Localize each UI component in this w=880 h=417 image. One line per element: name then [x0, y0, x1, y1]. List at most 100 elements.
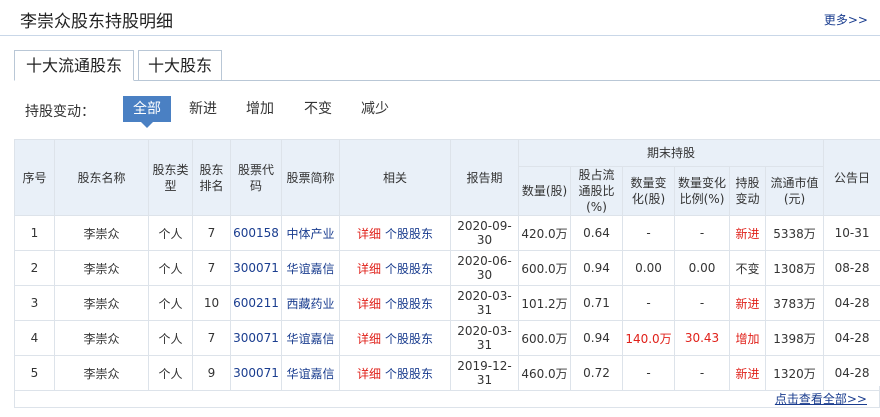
stock-code-link[interactable]: 300071	[233, 261, 279, 275]
cell-period: 2020-03-31	[450, 320, 519, 356]
cell-no: 1	[14, 215, 55, 251]
stock-code-link[interactable]: 300071	[233, 366, 279, 380]
detail-link[interactable]: 详细	[357, 297, 381, 311]
cell-chg: -	[622, 285, 675, 321]
cell-change: 新进	[729, 215, 766, 251]
tab-top10-holders[interactable]: 十大股东	[138, 50, 222, 81]
stock-name-link[interactable]: 中体产业	[286, 227, 334, 241]
table-row: 4 李崇众 个人 7 300071 华谊嘉信 详细 个股股东 2020-03-31…	[14, 320, 880, 356]
filter-decrease[interactable]: 减少	[353, 96, 397, 122]
cell-change: 增加	[729, 320, 766, 356]
cell-no: 2	[14, 250, 55, 286]
change-status: 不变	[735, 261, 760, 276]
cell-qty: 101.2万	[518, 285, 571, 321]
cell-period: 2020-06-30	[450, 250, 519, 286]
stock-code-link[interactable]: 600211	[233, 296, 279, 310]
col-header-qty: 数量(股)	[518, 166, 571, 216]
cell-chg-ratio: -	[674, 285, 730, 321]
cell-mv: 5338万	[764, 215, 825, 251]
cell-rank: 10	[192, 285, 231, 321]
holders-link[interactable]: 个股股东	[385, 367, 433, 381]
cell-related: 详细 个股股东	[339, 320, 451, 356]
stock-code-link[interactable]: 300071	[233, 331, 279, 345]
filter-increase[interactable]: 增加	[238, 96, 282, 122]
stock-name-link[interactable]: 华谊嘉信	[286, 262, 334, 276]
tab-divider	[14, 80, 880, 81]
filter-label: 持股变动：	[25, 104, 95, 120]
cell-date: 04-28	[823, 285, 880, 321]
cell-related: 详细 个股股东	[339, 215, 451, 251]
table-row: 2 李崇众 个人 7 300071 华谊嘉信 详细 个股股东 2020-06-30…	[14, 250, 880, 286]
cell-code: 600158	[230, 215, 282, 251]
holders-link[interactable]: 个股股东	[385, 262, 433, 276]
cell-name: 李崇众	[54, 320, 149, 356]
col-header-date: 公告日	[823, 139, 880, 216]
cell-chg: -	[622, 215, 675, 251]
change-status: 新进	[735, 366, 760, 381]
table-row: 3 李崇众 个人 10 600211 西藏药业 详细 个股股东 2020-03-3…	[14, 285, 880, 321]
cell-rank: 7	[192, 215, 231, 251]
cell-type: 个人	[148, 285, 193, 321]
cell-date: 10-31	[823, 215, 880, 251]
cell-type: 个人	[148, 250, 193, 286]
cell-change: 不变	[729, 250, 766, 286]
cell-name: 李崇众	[54, 250, 149, 286]
col-group-header: 期末持股	[517, 139, 825, 167]
change-status: 新进	[735, 296, 760, 311]
cell-abbr: 华谊嘉信	[281, 250, 340, 286]
cell-code: 600211	[230, 285, 282, 321]
detail-link[interactable]: 详细	[357, 332, 381, 346]
cell-qty: 420.0万	[518, 215, 571, 251]
detail-link[interactable]: 详细	[357, 262, 381, 276]
holders-link[interactable]: 个股股东	[385, 227, 433, 241]
col-header-abbr: 股票简称	[281, 139, 340, 216]
cell-abbr: 华谊嘉信	[281, 320, 340, 356]
col-header-chg: 数量变化(股)	[622, 166, 675, 216]
cell-mv: 3783万	[764, 285, 825, 321]
filter-all[interactable]: 全部	[123, 96, 171, 128]
stock-code-link[interactable]: 600158	[233, 226, 279, 240]
col-header-ratio: 股占流通股比(%)	[570, 166, 623, 216]
stock-name-link[interactable]: 华谊嘉信	[286, 367, 334, 381]
panel-header: 李崇众股东持股明细 更多>>	[0, 0, 880, 36]
tab-top10-float-holders[interactable]: 十大流通股东	[14, 50, 134, 81]
chg-ratio-value: 30.43	[684, 331, 720, 345]
holders-link[interactable]: 个股股东	[385, 297, 433, 311]
cell-qty: 600.0万	[518, 320, 571, 356]
cell-abbr: 西藏药业	[281, 285, 340, 321]
cell-code: 300071	[230, 250, 282, 286]
cell-qty: 600.0万	[518, 250, 571, 286]
cell-ratio: 0.64	[570, 215, 623, 251]
view-all-link[interactable]: 点击查看全部>>	[775, 390, 867, 407]
cell-ratio: 0.94	[570, 320, 623, 356]
detail-link[interactable]: 详细	[357, 367, 381, 381]
col-header-name: 股东名称	[54, 139, 149, 216]
cell-abbr: 中体产业	[281, 215, 340, 251]
more-link[interactable]: 更多>>	[824, 11, 868, 28]
cell-period: 2020-03-31	[450, 285, 519, 321]
filter-new[interactable]: 新进	[181, 96, 225, 122]
cell-chg-ratio: 30.43	[674, 320, 730, 356]
col-header-related: 相关	[339, 139, 451, 216]
cell-ratio: 0.71	[570, 285, 623, 321]
cell-no: 4	[14, 320, 55, 356]
holders-link[interactable]: 个股股东	[385, 332, 433, 346]
cell-chg: 0.00	[622, 250, 675, 286]
cell-chg-ratio: -	[674, 215, 730, 251]
detail-link[interactable]: 详细	[357, 227, 381, 241]
cell-related: 详细 个股股东	[339, 285, 451, 321]
col-header-no: 序号	[14, 139, 55, 216]
page-title: 李崇众股东持股明细	[20, 12, 173, 32]
col-header-rank: 股东排名	[192, 139, 231, 216]
filter-unchanged[interactable]: 不变	[296, 96, 340, 122]
col-header-code: 股票代码	[230, 139, 282, 216]
stock-name-link[interactable]: 西藏药业	[286, 297, 334, 311]
cell-period: 2020-09-30	[450, 215, 519, 251]
col-header-type: 股东类型	[148, 139, 193, 216]
cell-rank: 7	[192, 320, 231, 356]
cell-name: 李崇众	[54, 285, 149, 321]
holdings-table: 序号 股东名称 股东类型 股东排名 股票代码 股票简称 相关 报告期 期末持股 …	[14, 139, 880, 391]
cell-chg: 140.0万	[622, 320, 675, 356]
cell-type: 个人	[148, 215, 193, 251]
stock-name-link[interactable]: 华谊嘉信	[286, 332, 334, 346]
